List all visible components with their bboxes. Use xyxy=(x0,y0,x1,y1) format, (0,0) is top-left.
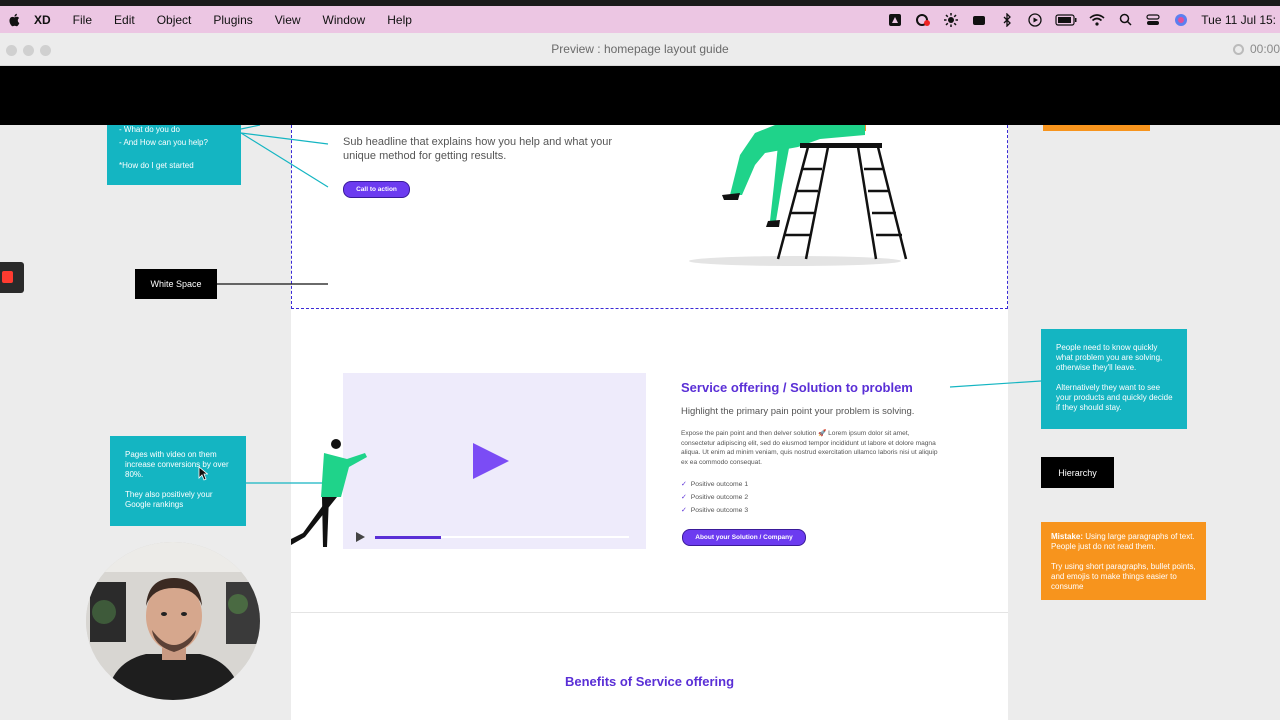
white-space-label: White Space xyxy=(135,269,217,299)
check-icon: ✓ xyxy=(681,481,687,488)
outcome-label: Positive outcome 3 xyxy=(690,507,749,514)
menu-file[interactable]: File xyxy=(73,13,92,27)
battery-icon[interactable] xyxy=(1055,13,1077,27)
video-player[interactable] xyxy=(343,373,646,549)
hero-annotation-note: - What do you do - And How can you help?… xyxy=(107,125,241,185)
play-circle-icon[interactable] xyxy=(1027,12,1043,27)
creative-cloud-icon[interactable] xyxy=(915,13,931,27)
problem-annotation-note: People need to know quickly what problem… xyxy=(1041,329,1187,429)
mistake-note-text: Mistake: Using large paragraphs of text.… xyxy=(1051,532,1196,552)
hero-note-line: - And How can you help? xyxy=(119,138,208,147)
service-body-text: Expose the pain point and then delver so… xyxy=(681,430,938,466)
drive-icon[interactable] xyxy=(887,13,903,27)
menu-object[interactable]: Object xyxy=(157,13,192,27)
outcome-label: Positive outcome 2 xyxy=(690,494,749,501)
mouse-cursor-icon xyxy=(198,466,208,481)
mistake-tip-text: Try using short paragraphs, bullet point… xyxy=(1051,562,1196,591)
menu-edit[interactable]: Edit xyxy=(114,13,135,27)
video-progress-fill xyxy=(375,535,442,539)
siri-icon[interactable] xyxy=(1173,13,1189,27)
service-subtitle: Highlight the primary pain point your pr… xyxy=(681,406,915,417)
outcome-label: Positive outcome 1 xyxy=(690,481,749,488)
window-title: Preview : homepage layout guide xyxy=(551,42,729,56)
section-divider xyxy=(291,612,1008,613)
search-icon[interactable] xyxy=(1117,13,1133,27)
play-icon[interactable] xyxy=(471,441,511,481)
hero-subheadline: Sub headline that explains how you help … xyxy=(343,136,613,162)
problem-note-text: People need to know quickly what problem… xyxy=(1056,343,1163,372)
menu-view[interactable]: View xyxy=(275,13,301,27)
outcome-item: ✓ Positive outcome 1 xyxy=(681,480,748,488)
record-icon xyxy=(1232,43,1244,55)
layer-indicator-chip[interactable] xyxy=(0,262,24,293)
video-progress-track[interactable] xyxy=(375,535,629,539)
call-to-action-button[interactable]: Call to action xyxy=(343,181,410,198)
preview-header-band xyxy=(0,66,1280,125)
window-titlebar: Preview : homepage layout guide 00:00 xyxy=(0,33,1280,66)
menu-app-xd[interactable]: XD xyxy=(34,13,51,27)
hierarchy-label: Hierarchy xyxy=(1041,457,1114,488)
cloud-sync-icon[interactable] xyxy=(971,13,987,27)
menu-help[interactable]: Help xyxy=(387,13,412,27)
video-note-text: Pages with video on them increase conver… xyxy=(125,450,229,479)
check-icon: ✓ xyxy=(681,494,687,501)
person-on-ladder-illustration xyxy=(689,125,908,266)
menu-plugins[interactable]: Plugins xyxy=(213,13,252,27)
mistake-heading: Mistake: xyxy=(1051,532,1084,541)
recording-indicator[interactable]: 00:00 xyxy=(1232,42,1280,56)
hero-note-line: *How do I get started xyxy=(119,161,194,170)
hero-note-line: - What do you do xyxy=(119,125,180,134)
apple-icon[interactable] xyxy=(8,13,20,27)
menubar: XD File Edit Object Plugins View Window … xyxy=(0,6,1280,33)
check-icon: ✓ xyxy=(681,507,687,514)
outcome-item: ✓ Positive outcome 2 xyxy=(681,493,748,501)
brightness-icon[interactable] xyxy=(943,12,959,27)
video-note-text: They also positively your Google ranking… xyxy=(125,490,213,509)
outcome-item: ✓ Positive outcome 3 xyxy=(681,506,748,514)
control-center-icon[interactable] xyxy=(1145,13,1161,27)
menu-window[interactable]: Window xyxy=(323,13,366,27)
benefits-title: Benefits of Service offering xyxy=(564,674,735,689)
service-title: Service offering / Solution to problem xyxy=(681,380,913,395)
orange-note-fragment xyxy=(1043,125,1150,131)
mistake-annotation-note: Mistake: Using large paragraphs of text.… xyxy=(1041,522,1206,600)
wifi-icon[interactable] xyxy=(1089,13,1105,27)
recording-time: 00:00 xyxy=(1249,42,1280,56)
problem-note-text: Alternatively they want to see your prod… xyxy=(1056,383,1173,412)
menubar-clock[interactable]: Tue 11 Jul 15: xyxy=(1201,13,1276,27)
video-annotation-note: Pages with video on them increase conver… xyxy=(110,436,246,526)
bluetooth-icon[interactable] xyxy=(999,12,1015,27)
presenter-illustration xyxy=(291,439,367,547)
presenter-face-image xyxy=(86,542,260,700)
presenter-webcam xyxy=(86,542,260,700)
about-solution-button[interactable]: About your Solution / Company xyxy=(682,529,806,546)
